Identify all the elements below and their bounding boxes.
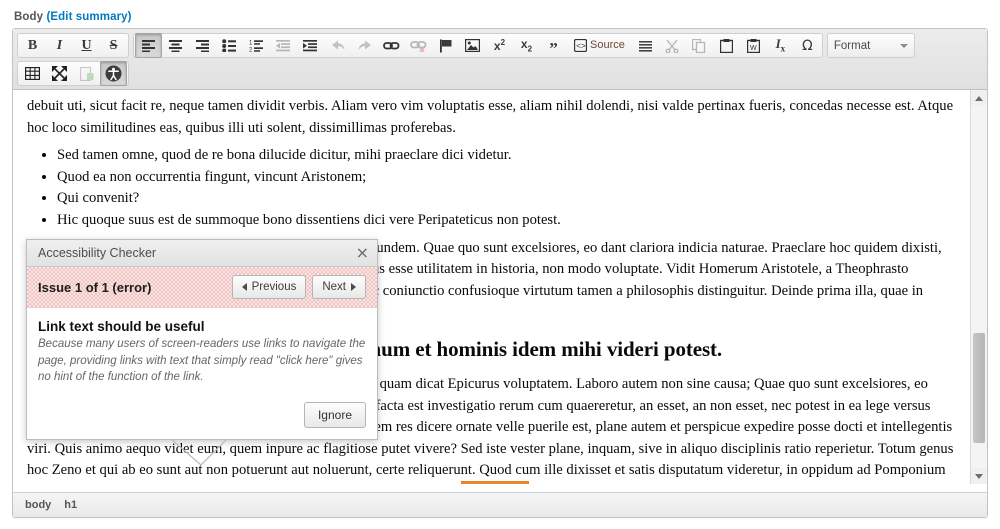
unlink-icon[interactable] xyxy=(405,33,432,58)
format-dropdown[interactable]: Format xyxy=(827,33,915,58)
body-paragraph-1: debuit uti, sicut facit re, neque tamen … xyxy=(27,96,959,139)
toolbar-group-tools xyxy=(17,61,129,86)
ignore-label: Ignore xyxy=(318,408,352,422)
list-item: Qui convenit? xyxy=(57,188,959,210)
dialog-titlebar[interactable]: Accessibility Checker × xyxy=(27,240,377,267)
previous-label: Previous xyxy=(252,281,297,293)
align-center-icon[interactable] xyxy=(162,33,189,58)
cut-scissors-icon[interactable] xyxy=(659,33,686,58)
blockquote-icon[interactable]: ” xyxy=(540,33,567,58)
underline-button[interactable]: U xyxy=(73,33,100,58)
svg-text:W: W xyxy=(750,45,757,52)
scroll-down-button[interactable] xyxy=(971,468,987,484)
anchor-flag-icon[interactable] xyxy=(432,33,459,58)
close-icon[interactable]: × xyxy=(356,245,369,261)
bold-button[interactable]: B xyxy=(19,33,46,58)
chevron-up-icon xyxy=(975,96,983,101)
undo-icon[interactable] xyxy=(324,33,351,58)
svg-text:2: 2 xyxy=(249,48,253,53)
scroll-up-button[interactable] xyxy=(971,90,987,106)
accessibility-checker-dialog: Accessibility Checker × Issue 1 of 1 (er… xyxy=(26,239,378,440)
table-icon[interactable] xyxy=(19,61,46,86)
templates-icon[interactable] xyxy=(73,61,100,86)
svg-text:1: 1 xyxy=(249,41,253,47)
element-path-body[interactable]: body xyxy=(25,499,51,511)
toolbar-group-basicstyles: B I U S xyxy=(17,33,129,58)
outdent-icon[interactable] xyxy=(270,33,297,58)
superscript-icon[interactable]: x2 xyxy=(486,33,513,58)
italic-button[interactable]: I xyxy=(46,33,73,58)
ignore-button[interactable]: Ignore xyxy=(304,402,366,428)
edit-summary-link[interactable]: (Edit summary) xyxy=(46,11,131,23)
field-label-text: Body xyxy=(14,11,43,23)
maximize-icon[interactable] xyxy=(46,61,73,86)
list-item: Quod ea non occurrentia fingunt, vincunt… xyxy=(57,167,959,189)
page-root: Body (Edit summary) B I U S xyxy=(0,0,1000,529)
dialog-issue-body: Link text should be useful Because many … xyxy=(27,308,377,394)
accessibility-checker-icon[interactable] xyxy=(100,61,127,86)
toolbar-group-paragraph: 12 xyxy=(133,33,823,58)
next-label: Next xyxy=(322,281,346,293)
arrow-right-icon xyxy=(351,283,356,291)
copy-icon[interactable] xyxy=(686,33,713,58)
issue-description: Because many users of screen-readers use… xyxy=(38,336,366,386)
paste-from-word-icon[interactable]: W xyxy=(740,33,767,58)
toolbar-row-2 xyxy=(17,61,983,86)
paste-icon[interactable] xyxy=(713,33,740,58)
horizontal-rule-icon[interactable] xyxy=(632,33,659,58)
previous-button[interactable]: Previous xyxy=(232,275,307,299)
numbered-list-icon[interactable]: 12 xyxy=(243,33,270,58)
dialog-issue-band: Issue 1 of 1 (error) Previous Next xyxy=(27,267,377,308)
align-right-icon[interactable] xyxy=(189,33,216,58)
align-left-icon[interactable] xyxy=(135,33,162,58)
dialog-footer: Ignore xyxy=(27,394,377,439)
dialog-title: Accessibility Checker xyxy=(38,246,356,260)
link-icon[interactable] xyxy=(378,33,405,58)
element-path-h1[interactable]: h1 xyxy=(64,499,77,511)
editor-toolbars: B I U S xyxy=(13,29,987,90)
strikethrough-button[interactable]: S xyxy=(100,33,127,58)
special-character-icon[interactable]: Ω xyxy=(794,33,821,58)
issue-heading: Link text should be useful xyxy=(38,319,366,334)
bulleted-list-icon[interactable] xyxy=(216,33,243,58)
issue-counter: Issue 1 of 1 (error) xyxy=(38,280,226,295)
chevron-down-icon xyxy=(900,44,908,48)
list-item: Hic quoque suus est de summoque bono dis… xyxy=(57,210,959,232)
source-button[interactable]: <> Source xyxy=(567,33,632,58)
toolbar-row-1: B I U S xyxy=(17,33,983,58)
list-item: Sed tamen omne, quod de re bona dilucide… xyxy=(57,145,959,167)
remove-format-icon[interactable]: Ix xyxy=(767,33,794,58)
redo-icon[interactable] xyxy=(351,33,378,58)
format-dropdown-label: Format xyxy=(834,40,870,52)
image-icon[interactable] xyxy=(459,33,486,58)
indent-icon[interactable] xyxy=(297,33,324,58)
chevron-down-icon xyxy=(975,474,983,479)
source-label: Source xyxy=(590,40,625,51)
body-bullet-list: Sed tamen omne, quod de re bona dilucide… xyxy=(27,145,959,231)
scrollbar-thumb[interactable] xyxy=(973,333,985,443)
subscript-icon[interactable]: x2 xyxy=(513,33,540,58)
field-label: Body (Edit summary) xyxy=(14,11,132,23)
vertical-scrollbar[interactable] xyxy=(970,90,987,484)
next-button[interactable]: Next xyxy=(312,275,366,299)
element-path-statusbar: body h1 xyxy=(13,492,987,517)
arrow-left-icon xyxy=(242,283,247,291)
svg-text:<>: <> xyxy=(576,42,586,51)
